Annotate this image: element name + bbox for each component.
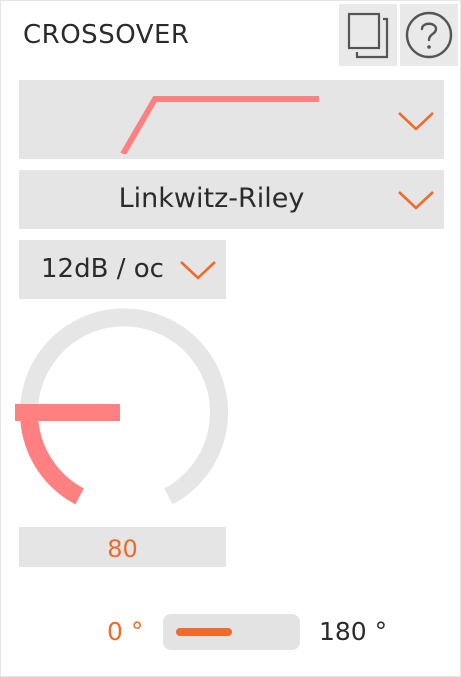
slope-value: 12dB / oc [41,254,164,284]
phase-min-label: 0 ° [107,617,144,646]
slope-dropdown[interactable]: 12dB / oc [19,240,226,299]
phase-toggle[interactable] [163,614,300,650]
knob-value-arc [20,412,85,505]
panel-title: CROSSOVER [23,20,190,50]
frequency-knob[interactable] [15,307,229,507]
filter-type-value: Linkwitz-Riley [118,183,305,214]
crossover-panel: CROSSOVER Linkwitz-Riley 12dB / oc 80 0 … [0,0,461,677]
help-icon [405,11,453,59]
highpass-curve-icon [120,96,319,154]
phase-toggle-thumb[interactable] [176,628,232,636]
phase-max-label: 180 ° [319,617,388,646]
help-button[interactable] [400,4,458,66]
chevron-down-icon [398,191,434,210]
chevron-down-icon [180,261,216,280]
chevron-down-icon [398,112,434,131]
filter-type-dropdown[interactable]: Linkwitz-Riley [19,170,444,229]
filter-shape-dropdown[interactable] [19,80,444,159]
copy-button[interactable] [339,4,397,66]
knob-pointer [15,404,120,421]
frequency-value-field[interactable]: 80 [19,527,226,567]
copy-icon [347,12,389,59]
panel-header: CROSSOVER [1,1,461,71]
